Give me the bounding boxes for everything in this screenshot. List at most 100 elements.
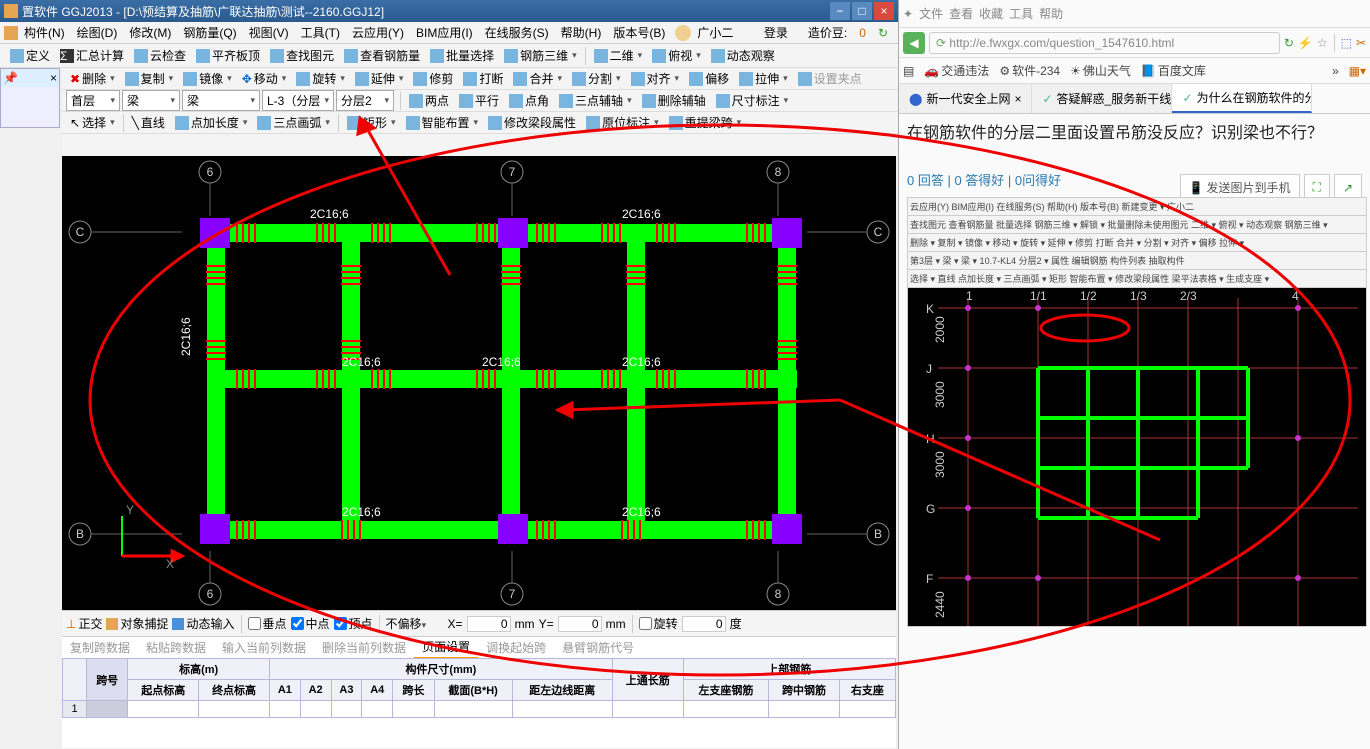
batchsel-button[interactable]: 批量选择 [426, 47, 498, 64]
compat-icon[interactable]: ⚡ [1298, 36, 1313, 50]
fav-weather[interactable]: ☀佛山天气 [1070, 62, 1131, 79]
smart-button[interactable]: 智能布置 [402, 114, 483, 131]
tab-2[interactable]: ✓为什么在钢筋软件的分层 [1172, 84, 1312, 113]
ptlen-button[interactable]: 点加长度 [171, 114, 252, 131]
login-link[interactable]: 登录 [758, 24, 794, 41]
type1-combo[interactable]: 梁 [122, 90, 180, 111]
menu-component[interactable]: 构件(N) [18, 24, 71, 41]
sum-button[interactable]: Σ汇总计算 [56, 47, 128, 64]
select-button[interactable]: ↖选择 [66, 114, 119, 131]
url-input[interactable]: ⟳ http://e.fwxgx.com/question_1547610.ht… [929, 32, 1280, 54]
drawing-canvas[interactable]: 6 7 8 6 7 8 C B C B [62, 156, 896, 610]
minimize-button[interactable]: − [830, 2, 850, 20]
find-button[interactable]: 查找图元 [266, 47, 338, 64]
menu-view[interactable]: 视图(V) [243, 24, 295, 41]
star-icon[interactable]: ☆ [1317, 36, 1328, 50]
offset-button[interactable]: 偏移 [685, 70, 733, 87]
rect-button[interactable]: 矩形 [343, 114, 400, 131]
tab-1[interactable]: ✓答疑解惑_服务新干线|广× [1032, 84, 1172, 113]
viewrebar-button[interactable]: 查看钢筋量 [340, 47, 424, 64]
mirror-button[interactable]: 镜像 [179, 70, 236, 87]
ext-icon[interactable]: ⬚ [1341, 36, 1352, 50]
merge-button[interactable]: 合并 [509, 70, 566, 87]
menu-modify[interactable]: 修改(M) [123, 24, 177, 41]
split-button[interactable]: 分割 [568, 70, 625, 87]
topview-button[interactable]: 俯视 [648, 47, 705, 64]
tab-pastespan[interactable]: 粘贴跨数据 [138, 637, 214, 658]
layer-combo[interactable]: L-3（分层 [262, 90, 334, 111]
fav-grid-icon[interactable]: ▦▾ [1349, 64, 1366, 78]
sublayer-combo[interactable]: 分层2 [336, 90, 394, 111]
dyninput-toggle[interactable]: 动态输入 [172, 615, 234, 632]
menu-tools[interactable]: 工具(T) [295, 24, 346, 41]
delaux-button[interactable]: 删除辅轴 [638, 92, 710, 109]
fav-traffic[interactable]: 🚗交通违法 [924, 62, 989, 79]
maximize-button[interactable]: □ [852, 2, 872, 20]
menu-version[interactable]: 版本号(B) [607, 24, 671, 41]
delete-button[interactable]: ✖删除 [66, 70, 119, 87]
trim-button[interactable]: 修剪 [409, 70, 457, 87]
tab-0[interactable]: ⬤新一代安全上网× [899, 84, 1032, 113]
app-menu-icon[interactable] [4, 26, 18, 40]
cloudcheck-button[interactable]: 云检查 [130, 47, 190, 64]
table-row[interactable]: 1 [63, 701, 896, 718]
pin-icon[interactable]: 📌 [3, 71, 18, 85]
fav-wenku[interactable]: 📘百度文库 [1141, 62, 1206, 79]
inplace-button[interactable]: 原位标注 [582, 114, 663, 131]
perp-toggle[interactable]: 垂点 [248, 615, 287, 632]
dim-button[interactable]: 尺寸标注 [712, 92, 793, 109]
tab-pagesetup[interactable]: 页面设置 [414, 636, 478, 659]
y-value[interactable]: 0 [558, 616, 602, 632]
break-button[interactable]: 打断 [459, 70, 507, 87]
tab-swapstart[interactable]: 调换起始跨 [478, 637, 554, 658]
align-button[interactable]: 对齐 [627, 70, 684, 87]
mid-toggle[interactable]: 中点 [291, 615, 330, 632]
top-toggle[interactable]: 顶点 [334, 615, 373, 632]
rotate-button[interactable]: 旋转 [292, 70, 349, 87]
arc3-button[interactable]: 三点画弧 [253, 114, 334, 131]
menu-cloud[interactable]: 云应用(Y) [346, 24, 410, 41]
copy-button[interactable]: 复制 [121, 70, 178, 87]
close-button[interactable]: × [874, 2, 894, 20]
x-value[interactable]: 0 [467, 616, 511, 632]
fav-menu-icon[interactable]: ▤ [903, 64, 914, 78]
floor-combo[interactable]: 首层 [66, 90, 120, 111]
fav-software[interactable]: ⚙软件-234 [999, 62, 1060, 79]
reload-icon[interactable]: ↻ [1284, 36, 1294, 50]
rot-value[interactable]: 0 [682, 616, 726, 632]
menu-help[interactable]: 帮助(H) [555, 24, 608, 41]
modbeam-button[interactable]: 修改梁段属性 [484, 114, 580, 131]
tab-cantilever[interactable]: 悬臂钢筋代号 [554, 637, 642, 658]
menu-rebar[interactable]: 钢筋量(Q) [177, 24, 242, 41]
rehang-button[interactable]: 重提梁跨 [665, 114, 746, 131]
back-button[interactable]: ◀ [903, 32, 925, 54]
dock-close-icon[interactable]: × [50, 71, 57, 85]
rebar3d-button[interactable]: 钢筋三维 [500, 47, 581, 64]
offset-mode[interactable]: 不偏移 [386, 615, 444, 632]
dock-tab[interactable]: 📌× [1, 69, 59, 87]
line-button[interactable]: ╲直线 [128, 114, 169, 131]
menu-online[interactable]: 在线服务(S) [479, 24, 555, 41]
move-button[interactable]: ✥移动 [238, 70, 291, 87]
snap-icon[interactable]: ✂ [1356, 36, 1366, 50]
stretch-button[interactable]: 拉伸 [735, 70, 792, 87]
menu-draw[interactable]: 绘图(D) [71, 24, 124, 41]
tab-delcol[interactable]: 删除当前列数据 [314, 637, 414, 658]
orbit-button[interactable]: 动态观察 [707, 47, 779, 64]
menu-bim[interactable]: BIM应用(I) [410, 24, 479, 41]
fav-more-icon[interactable]: » [1332, 64, 1339, 78]
twopoint-button[interactable]: 两点 [405, 92, 453, 109]
define-button[interactable]: 定义 [6, 47, 54, 64]
aux3-button[interactable]: 三点辅轴 [555, 92, 636, 109]
rot-toggle[interactable]: 旋转 [639, 615, 678, 632]
ptangle-button[interactable]: 点角 [505, 92, 553, 109]
tab-inputcol[interactable]: 输入当前列数据 [214, 637, 314, 658]
type2-combo[interactable]: 梁 [182, 90, 260, 111]
coins-refresh-icon[interactable]: ↻ [872, 26, 894, 40]
ortho-toggle[interactable]: ⊥正交 [66, 615, 102, 632]
osnap-toggle[interactable]: 对象捕捉 [106, 615, 168, 632]
flatten-button[interactable]: 平齐板顶 [192, 47, 264, 64]
tab-copyspan[interactable]: 复制跨数据 [62, 637, 138, 658]
parallel-button[interactable]: 平行 [455, 92, 503, 109]
2d-button[interactable]: 二维 [590, 47, 647, 64]
